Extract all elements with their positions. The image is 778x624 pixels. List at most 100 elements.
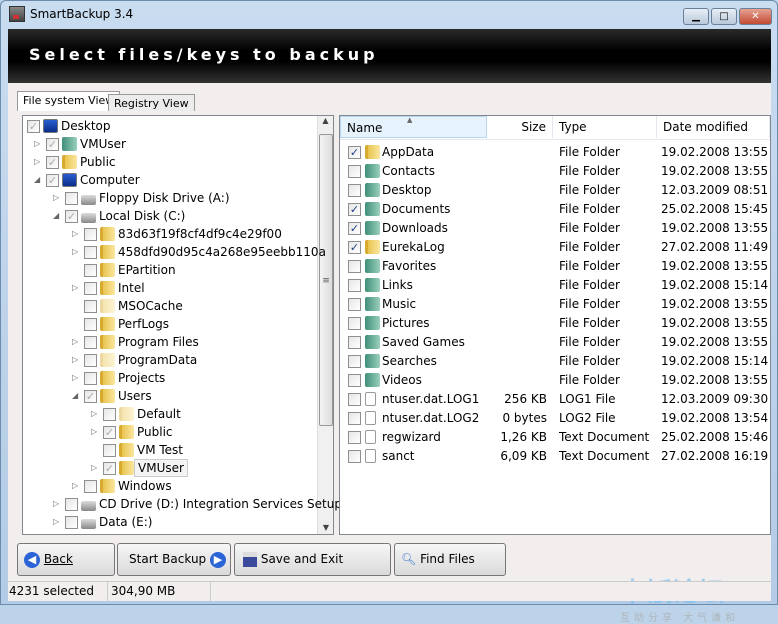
expanded-arrow-icon[interactable]: ◢: [34, 171, 42, 189]
column-date-modified[interactable]: Date modified: [657, 116, 770, 138]
collapsed-arrow-icon[interactable]: ▷: [72, 333, 80, 351]
expanded-arrow-icon[interactable]: ◢: [72, 387, 80, 405]
tree-item[interactable]: ▷ CD Drive (D:) Integration Services Setu…: [23, 495, 342, 513]
tree-item[interactable]: ◢ ✓ Users: [23, 387, 315, 405]
list-checkbox[interactable]: [348, 184, 361, 197]
list-checkbox[interactable]: [348, 374, 361, 387]
tree-checkbox[interactable]: [65, 516, 78, 529]
list-checkbox[interactable]: ✓: [348, 203, 361, 216]
collapsed-arrow-icon[interactable]: ▷: [91, 405, 99, 423]
collapsed-arrow-icon[interactable]: ▷: [34, 153, 42, 171]
list-item[interactable]: Contacts File Folder 19.02.2008 13:55: [340, 162, 770, 180]
list-checkbox[interactable]: ✓: [348, 241, 361, 254]
tree-checkbox[interactable]: ✓: [65, 210, 78, 223]
collapsed-arrow-icon[interactable]: ▷: [72, 369, 80, 387]
tab-file-system-view[interactable]: File system View: [17, 91, 121, 111]
tree-checkbox[interactable]: ✓: [46, 138, 59, 151]
tree-item[interactable]: ▷ ProgramData: [23, 351, 315, 369]
tree-checkbox[interactable]: [84, 354, 97, 367]
maximize-button[interactable]: □: [711, 8, 737, 25]
file-list[interactable]: Name ▲ Size Type Date modified ✓ AppData …: [339, 115, 771, 535]
list-item[interactable]: Music File Folder 19.02.2008 13:55: [340, 295, 770, 313]
collapsed-arrow-icon[interactable]: ▷: [72, 225, 80, 243]
list-checkbox[interactable]: [348, 355, 361, 368]
tree-checkbox[interactable]: ✓: [27, 120, 40, 133]
tree-item[interactable]: ▷ ✓ VMUser: [23, 459, 315, 477]
collapsed-arrow-icon[interactable]: ▷: [53, 189, 61, 207]
tree-item[interactable]: ▷ Intel: [23, 279, 315, 297]
tree-checkbox[interactable]: [65, 192, 78, 205]
folder-tree[interactable]: ▲ ≡ ▼ ✓ Desktop ▷ ✓ VMUser ▷ ✓ Public ◢ ✓ Computer…: [22, 115, 342, 535]
collapsed-arrow-icon[interactable]: ▷: [72, 351, 80, 369]
list-item[interactable]: ntuser.dat.LOG2 0 bytes LOG2 File 19.02.…: [340, 409, 770, 427]
tree-checkbox[interactable]: [84, 282, 97, 295]
tree-checkbox[interactable]: ✓: [46, 156, 59, 169]
collapsed-arrow-icon[interactable]: ▷: [91, 423, 99, 441]
scroll-thumb[interactable]: ≡: [319, 134, 333, 426]
tree-item[interactable]: ▷ Data (E:): [23, 513, 315, 531]
list-item[interactable]: Saved Games File Folder 19.02.2008 13:55: [340, 333, 770, 351]
list-checkbox[interactable]: [348, 393, 361, 406]
tree-item[interactable]: ▷ ✓ VMUser: [23, 135, 315, 153]
tree-scrollbar[interactable]: ▲ ≡ ▼: [317, 116, 333, 534]
list-checkbox[interactable]: [348, 260, 361, 273]
list-item[interactable]: ntuser.dat.LOG1 256 KB LOG1 File 12.03.2…: [340, 390, 770, 408]
tree-checkbox[interactable]: ✓: [103, 462, 116, 475]
tree-checkbox[interactable]: [84, 228, 97, 241]
list-item[interactable]: Searches File Folder 19.02.2008 15:14: [340, 352, 770, 370]
column-size[interactable]: Size: [487, 116, 553, 138]
list-item[interactable]: Desktop File Folder 12.03.2009 08:51: [340, 181, 770, 199]
list-item[interactable]: ✓ EurekaLog File Folder 27.02.2008 11:49: [340, 238, 770, 256]
start-backup-button[interactable]: Start Backup ▶: [117, 543, 231, 576]
list-item[interactable]: Videos File Folder 19.02.2008 13:55: [340, 371, 770, 389]
list-checkbox[interactable]: [348, 279, 361, 292]
list-item[interactable]: Pictures File Folder 19.02.2008 13:55: [340, 314, 770, 332]
list-checkbox[interactable]: [348, 412, 361, 425]
list-item[interactable]: sanct 6,09 KB Text Document 27.02.2008 1…: [340, 447, 770, 465]
find-files-button[interactable]: 🔍︎ Find Files: [394, 543, 506, 576]
collapsed-arrow-icon[interactable]: ▷: [53, 513, 61, 531]
list-checkbox[interactable]: [348, 165, 361, 178]
tree-item[interactable]: ▷ Floppy Disk Drive (A:): [23, 189, 315, 207]
tree-item[interactable]: ▷ 83d63f19f8cf4df9c4e29f00: [23, 225, 315, 243]
tree-checkbox[interactable]: ✓: [46, 174, 59, 187]
tree-item[interactable]: ◢ ✓ Computer: [23, 171, 315, 189]
list-checkbox[interactable]: [348, 336, 361, 349]
tree-item[interactable]: ▷ Program Files: [23, 333, 315, 351]
tree-item[interactable]: EPartition: [23, 261, 315, 279]
save-and-exit-button[interactable]: Save and Exit: [234, 543, 391, 576]
minimize-button[interactable]: ▁: [683, 8, 709, 25]
list-item[interactable]: ✓ Documents File Folder 25.02.2008 15:45: [340, 200, 770, 218]
tree-item[interactable]: PerfLogs: [23, 315, 315, 333]
tree-item[interactable]: MSOCache: [23, 297, 315, 315]
tree-item[interactable]: ◢ ✓ Local Disk (C:): [23, 207, 315, 225]
collapsed-arrow-icon[interactable]: ▷: [72, 279, 80, 297]
tree-checkbox[interactable]: [103, 444, 116, 457]
tree-item[interactable]: ✓ Desktop: [23, 117, 315, 135]
expanded-arrow-icon[interactable]: ◢: [53, 207, 61, 225]
tree-item[interactable]: ▷ ✓ Public: [23, 423, 315, 441]
tree-item[interactable]: ▷ 458dfd90d95c4a268e95eebb110a: [23, 243, 326, 261]
tree-checkbox[interactable]: [84, 246, 97, 259]
tree-checkbox[interactable]: [84, 264, 97, 277]
tree-checkbox[interactable]: [84, 336, 97, 349]
list-checkbox[interactable]: [348, 298, 361, 311]
close-button[interactable]: ✕: [739, 8, 772, 25]
tree-checkbox[interactable]: [84, 372, 97, 385]
column-name[interactable]: Name ▲: [340, 116, 487, 138]
collapsed-arrow-icon[interactable]: ▷: [72, 477, 80, 495]
tree-checkbox[interactable]: [103, 408, 116, 421]
collapsed-arrow-icon[interactable]: ▷: [72, 243, 80, 261]
list-item[interactable]: ✓ Downloads File Folder 19.02.2008 13:55: [340, 219, 770, 237]
tree-checkbox[interactable]: [84, 480, 97, 493]
tree-item[interactable]: ▷ Default: [23, 405, 315, 423]
tree-checkbox[interactable]: ✓: [103, 426, 116, 439]
list-item[interactable]: regwizard 1,26 KB Text Document 25.02.20…: [340, 428, 770, 446]
list-checkbox[interactable]: [348, 317, 361, 330]
collapsed-arrow-icon[interactable]: ▷: [53, 495, 61, 513]
tree-checkbox[interactable]: [84, 318, 97, 331]
scroll-up-icon[interactable]: ▲: [318, 116, 333, 132]
scroll-down-icon[interactable]: ▼: [318, 523, 334, 532]
collapsed-arrow-icon[interactable]: ▷: [91, 459, 99, 477]
tree-checkbox[interactable]: [84, 300, 97, 313]
